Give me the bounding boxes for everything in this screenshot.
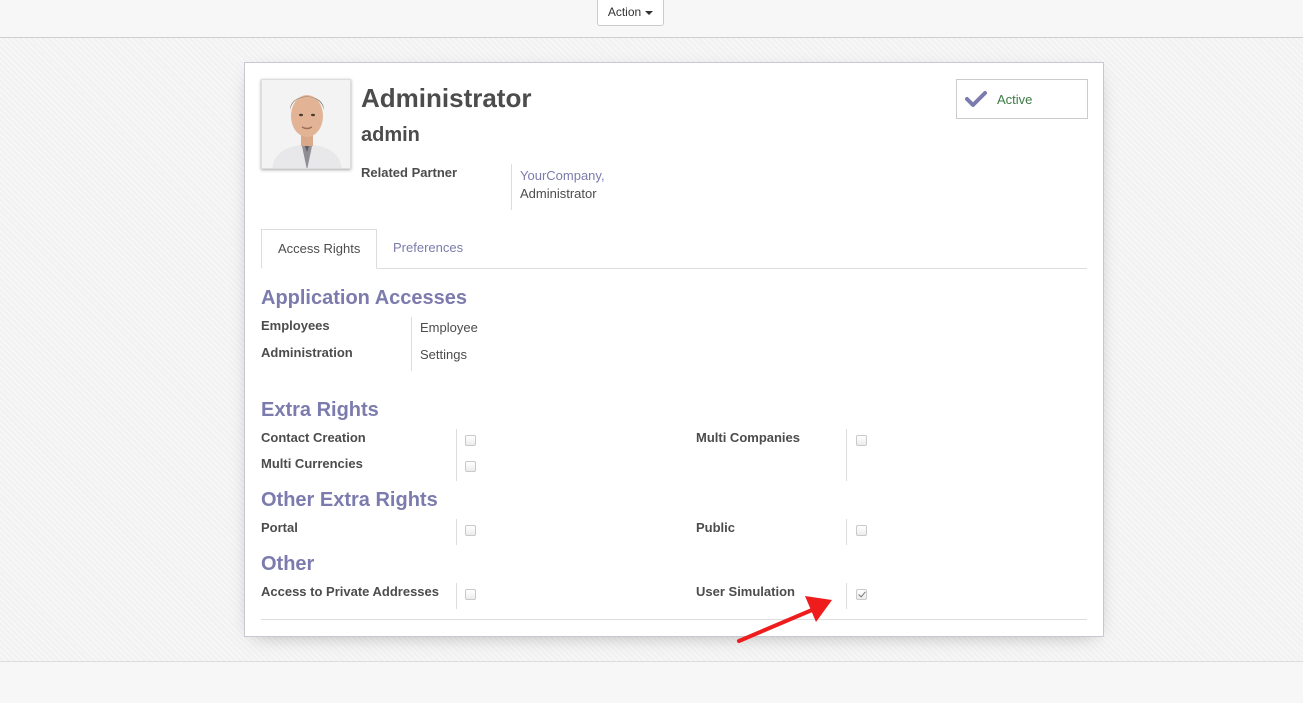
section-title-other: Other <box>261 553 315 575</box>
checkbox-access-private-addresses[interactable] <box>465 589 476 600</box>
related-partner-line2: Administrator <box>520 186 597 201</box>
field-label-administration: Administration <box>261 345 353 360</box>
field-divider <box>456 519 457 545</box>
field-value-employees[interactable]: Employee <box>420 320 478 335</box>
field-label-multi-companies: Multi Companies <box>696 430 801 445</box>
field-divider <box>846 583 847 609</box>
field-value-administration[interactable]: Settings <box>420 347 467 362</box>
annotation-arrow-icon <box>737 596 832 643</box>
checkbox-public[interactable] <box>856 525 867 536</box>
checkbox-portal[interactable] <box>465 525 476 536</box>
field-divider <box>846 429 847 481</box>
checkbox-contact-creation[interactable] <box>465 435 476 446</box>
field-label-multi-currencies: Multi Currencies <box>261 456 363 471</box>
field-divider <box>846 519 847 545</box>
field-label-contact-creation: Contact Creation <box>261 430 366 445</box>
field-divider <box>411 317 412 371</box>
action-button-label: Action <box>607 5 642 19</box>
field-divider <box>456 583 457 609</box>
related-partner-value[interactable]: YourCompany, Administrator <box>520 167 605 203</box>
field-label-public: Public <box>696 520 736 535</box>
checkbox-multi-currencies[interactable] <box>465 461 476 472</box>
active-toggle-button[interactable]: Active <box>956 79 1088 119</box>
checkbox-multi-companies[interactable] <box>856 435 867 446</box>
notebook-tabs: Access Rights Preferences <box>261 229 1087 269</box>
action-dropdown-button[interactable]: Action <box>597 0 664 26</box>
check-icon <box>965 91 987 107</box>
section-title-other-extra-rights: Other Extra Rights <box>261 489 438 511</box>
sheet-bottom-divider <box>261 619 1087 620</box>
tab-access-rights[interactable]: Access Rights <box>261 229 378 269</box>
user-photo-icon <box>262 80 350 168</box>
field-divider <box>456 429 457 481</box>
field-divider <box>511 164 512 210</box>
control-panel: Action <box>0 0 1303 38</box>
tab-preferences[interactable]: Preferences <box>377 229 479 269</box>
active-status-label: Active <box>997 91 1033 107</box>
section-title-extra-rights: Extra Rights <box>261 399 379 421</box>
caret-down-icon <box>645 10 654 15</box>
user-avatar[interactable] <box>261 79 351 169</box>
form-sheet: Administrator admin Related Partner Your… <box>244 62 1104 637</box>
user-login[interactable]: admin <box>361 124 420 147</box>
section-title-application-accesses: Application Accesses <box>261 287 468 309</box>
field-label-employees: Employees <box>261 318 330 333</box>
user-name-title[interactable]: Administrator <box>361 83 531 114</box>
field-label-portal: Portal <box>261 520 298 535</box>
checkbox-user-simulation[interactable] <box>856 589 867 600</box>
related-partner-label: Related Partner <box>361 165 458 180</box>
related-partner-link[interactable]: YourCompany, <box>520 167 605 185</box>
field-label-access-private-addresses: Access to Private Addresses <box>261 584 440 599</box>
bottom-bar <box>0 661 1303 703</box>
